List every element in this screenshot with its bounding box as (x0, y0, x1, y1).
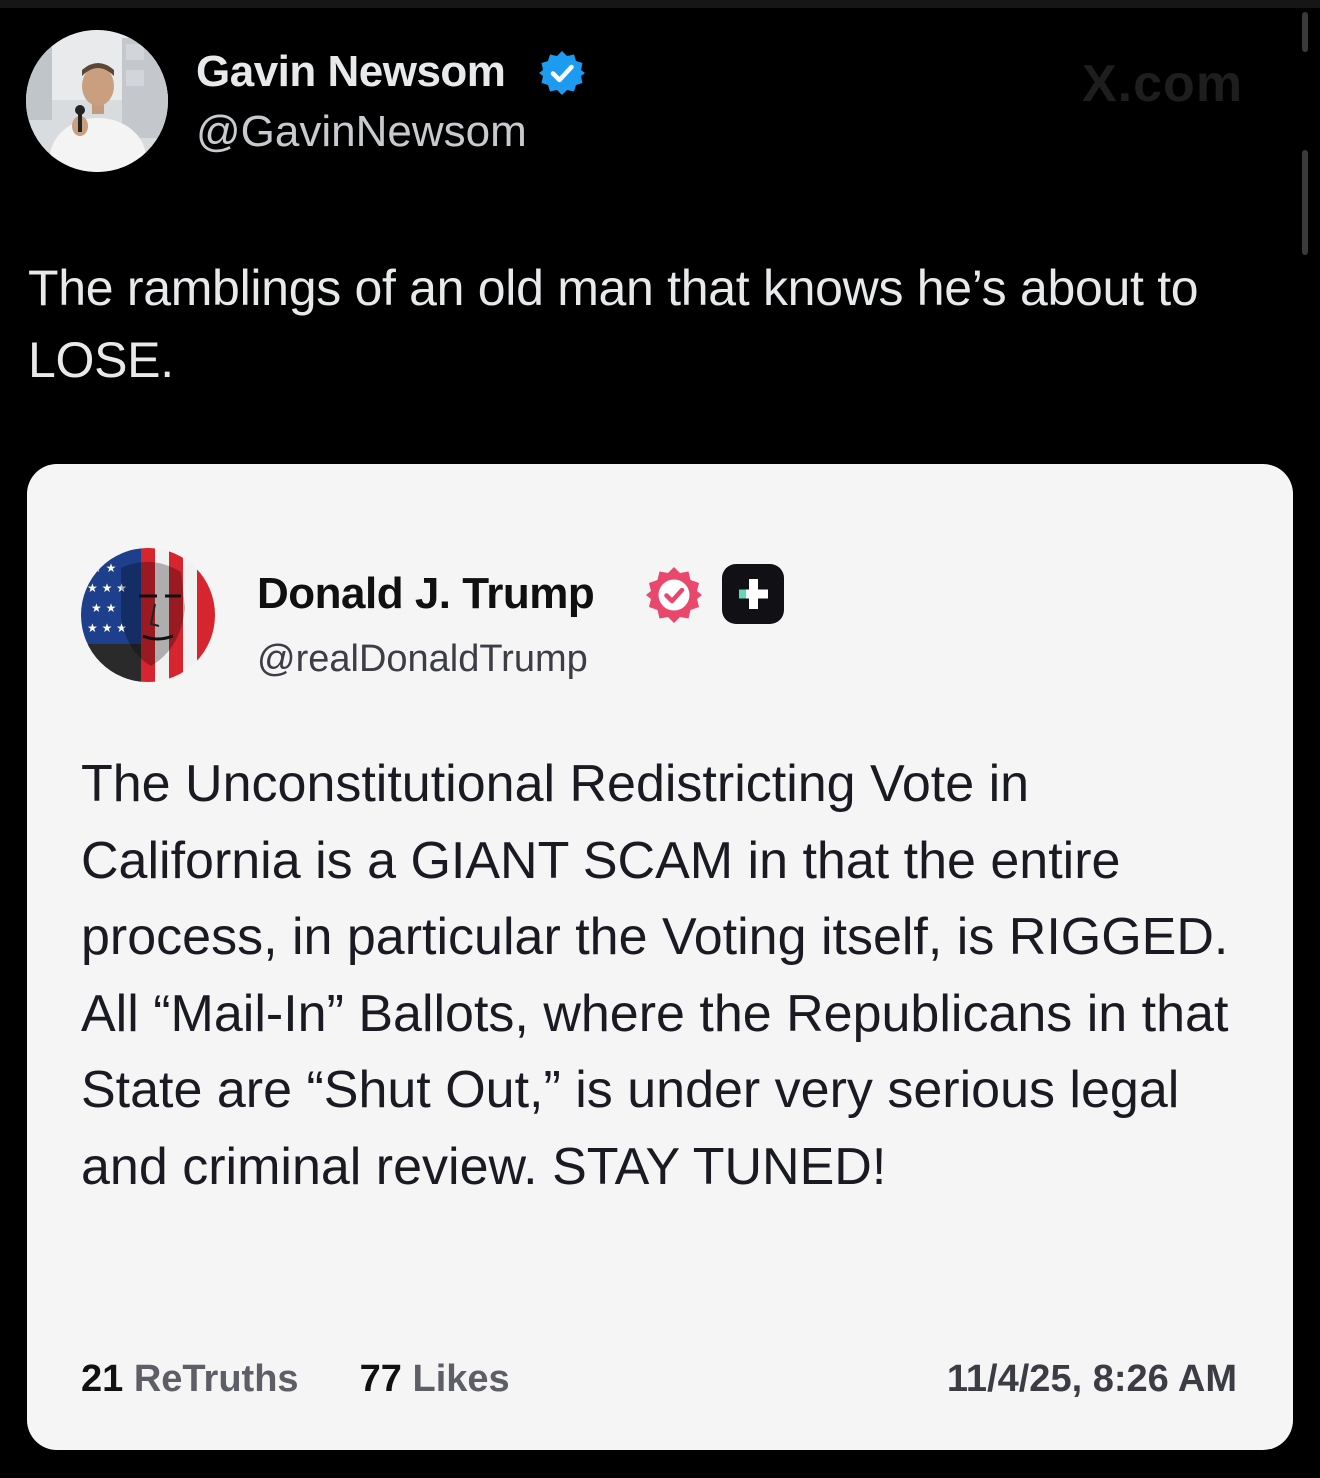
quoted-author-name[interactable]: Donald J. Trump (257, 568, 595, 620)
quoted-post-card[interactable]: ★ ★ ★ ★ ★ ★ ★ ★ ★ ★ Donald J. Trump @rea… (27, 464, 1293, 1450)
plus-icon (722, 564, 784, 624)
scrollbar-thumb[interactable] (1302, 150, 1308, 255)
likes-count[interactable]: 77 (360, 1358, 402, 1400)
top-divider (0, 0, 1320, 8)
avatar-photo: ★ ★ ★ ★ ★ ★ ★ ★ ★ ★ (81, 548, 215, 682)
post-screenshot: Gavin Newsom @GavinNewsom X.com The ramb… (0, 0, 1320, 1478)
svg-text:★ ★: ★ ★ (91, 561, 116, 575)
scrollbar-thumb[interactable] (1302, 12, 1308, 52)
svg-text:★ ★: ★ ★ (91, 601, 116, 615)
verified-check-icon (539, 51, 585, 95)
retruths-label[interactable]: ReTruths (134, 1358, 299, 1400)
engagement-stats: 21 ReTruths 77 Likes (81, 1356, 510, 1402)
author-name[interactable]: Gavin Newsom (196, 46, 506, 98)
author-handle[interactable]: @GavinNewsom (196, 106, 527, 158)
avatar[interactable]: ★ ★ ★ ★ ★ ★ ★ ★ ★ ★ (81, 548, 215, 682)
retruths-count[interactable]: 21 (81, 1358, 123, 1400)
quoted-post-text: The Unconstitutional Redistricting Vote … (81, 755, 1229, 1196)
watermark: X.com (1082, 55, 1244, 113)
post-timestamp[interactable]: 11/4/25, 8:26 AM (947, 1356, 1237, 1402)
avatar-photo (26, 30, 168, 172)
avatar[interactable] (26, 30, 168, 172)
quoted-author-handle[interactable]: @realDonaldTrump (257, 636, 588, 682)
svg-text:★ ★ ★: ★ ★ ★ (87, 581, 127, 595)
likes-label[interactable]: Likes (413, 1358, 510, 1400)
post-text: The ramblings of an old man that knows h… (28, 260, 1199, 388)
pink-verified-icon (646, 567, 702, 623)
svg-text:★ ★ ★: ★ ★ ★ (87, 621, 127, 635)
